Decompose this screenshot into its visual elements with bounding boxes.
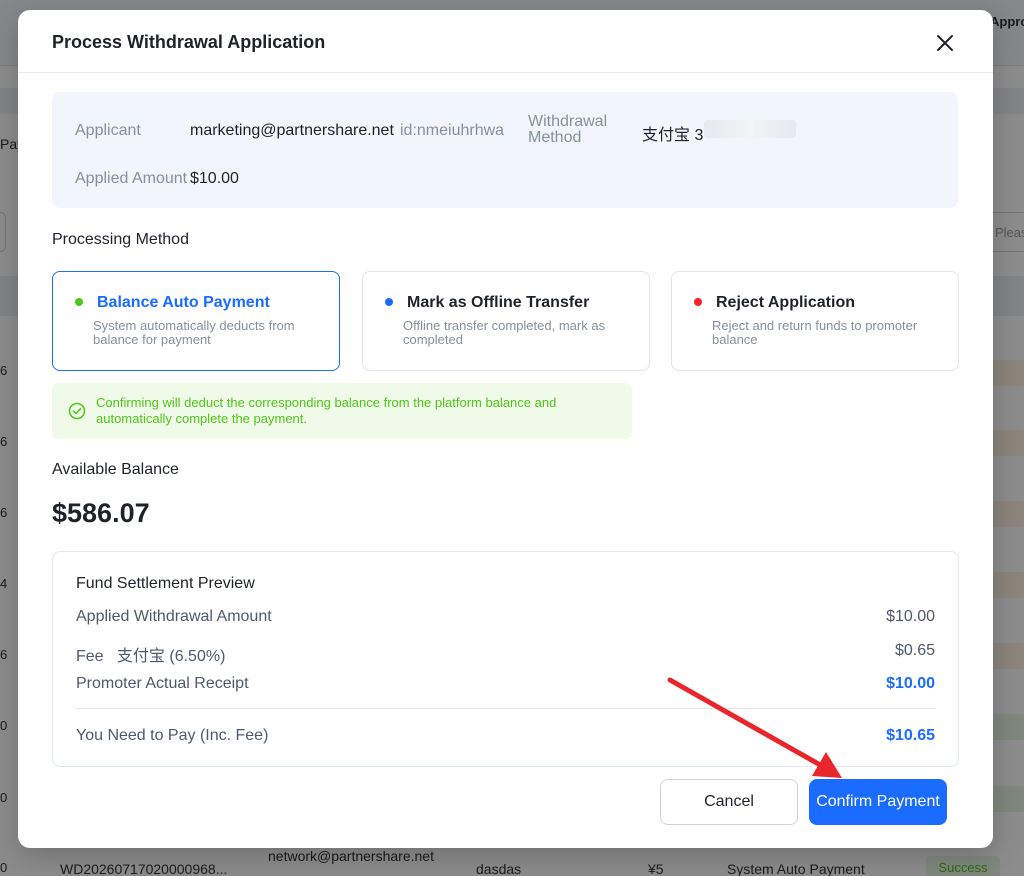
withdrawal-modal: Process Withdrawal Application Applicant… [18, 10, 993, 848]
applicant-info-box: Applicant marketing@partnershare.net id:… [52, 92, 958, 208]
settlement-divider [76, 708, 936, 709]
option-title: Mark as Offline Transfer [407, 294, 590, 311]
redacted-account-mask [704, 120, 796, 138]
settlement-row-label: Fee 支付宝 (6.50%) [76, 642, 225, 666]
confirm-notice: Confirming will deduct the corresponding… [52, 383, 632, 439]
modal-title: Process Withdrawal Application [52, 32, 326, 52]
withdrawal-method-value: 支付宝 3 [642, 127, 704, 144]
applicant-email: marketing@partnershare.net [190, 122, 394, 139]
option-reject-application[interactable]: Reject Application Reject and return fun… [671, 271, 959, 371]
fee-label: Fee [76, 648, 104, 665]
option-dot [75, 298, 83, 306]
applied-amount-value: $10.00 [190, 170, 239, 187]
confirm-payment-button[interactable]: Confirm Payment [809, 779, 947, 825]
settlement-row-label: Promoter Actual Receipt [76, 675, 249, 692]
available-balance-amount: $586.07 [52, 498, 150, 528]
option-desc: Offline transfer completed, mark as comp… [403, 318, 606, 347]
option-dot [385, 298, 393, 306]
cancel-button[interactable]: Cancel [660, 779, 798, 825]
settlement-title: Fund Settlement Preview [76, 575, 255, 592]
applicant-id: id:nmeiuhrhwa [400, 122, 505, 139]
option-mark-offline-transfer[interactable]: Mark as Offline Transfer Offline transfe… [362, 271, 650, 371]
option-balance-auto-payment[interactable]: Balance Auto Payment System automaticall… [52, 271, 340, 371]
option-title: Reject Application [716, 294, 855, 311]
option-desc: Reject and return funds to promoter bala… [712, 318, 918, 347]
option-dot [694, 298, 702, 306]
settlement-row-value: $10.00 [886, 675, 935, 692]
settlement-total-value: $10.65 [886, 727, 935, 744]
applied-amount-label: Applied Amount [75, 170, 188, 187]
settlement-row-value: $10.00 [886, 608, 935, 625]
modal-header: Process Withdrawal Application [18, 10, 993, 73]
withdrawal-method-label: Withdrawal Method [528, 113, 608, 146]
processing-method-title: Processing Method [52, 231, 189, 248]
applicant-label: Applicant [75, 122, 141, 139]
fund-settlement-preview: Fund Settlement Preview Applied Withdraw… [52, 551, 959, 767]
check-circle-icon [68, 402, 86, 420]
close-icon[interactable] [934, 32, 956, 54]
fee-method: 支付宝 (6.50%) [116, 648, 226, 665]
notice-text: Confirming will deduct the corresponding… [96, 395, 557, 426]
available-balance-label: Available Balance [52, 461, 179, 478]
option-desc: System automatically deducts from balanc… [93, 318, 295, 347]
settlement-total-label: You Need to Pay (Inc. Fee) [76, 727, 269, 744]
settlement-row-value: $0.65 [894, 642, 935, 659]
settlement-row-label: Applied Withdrawal Amount [76, 608, 272, 625]
option-title: Balance Auto Payment [97, 294, 270, 311]
